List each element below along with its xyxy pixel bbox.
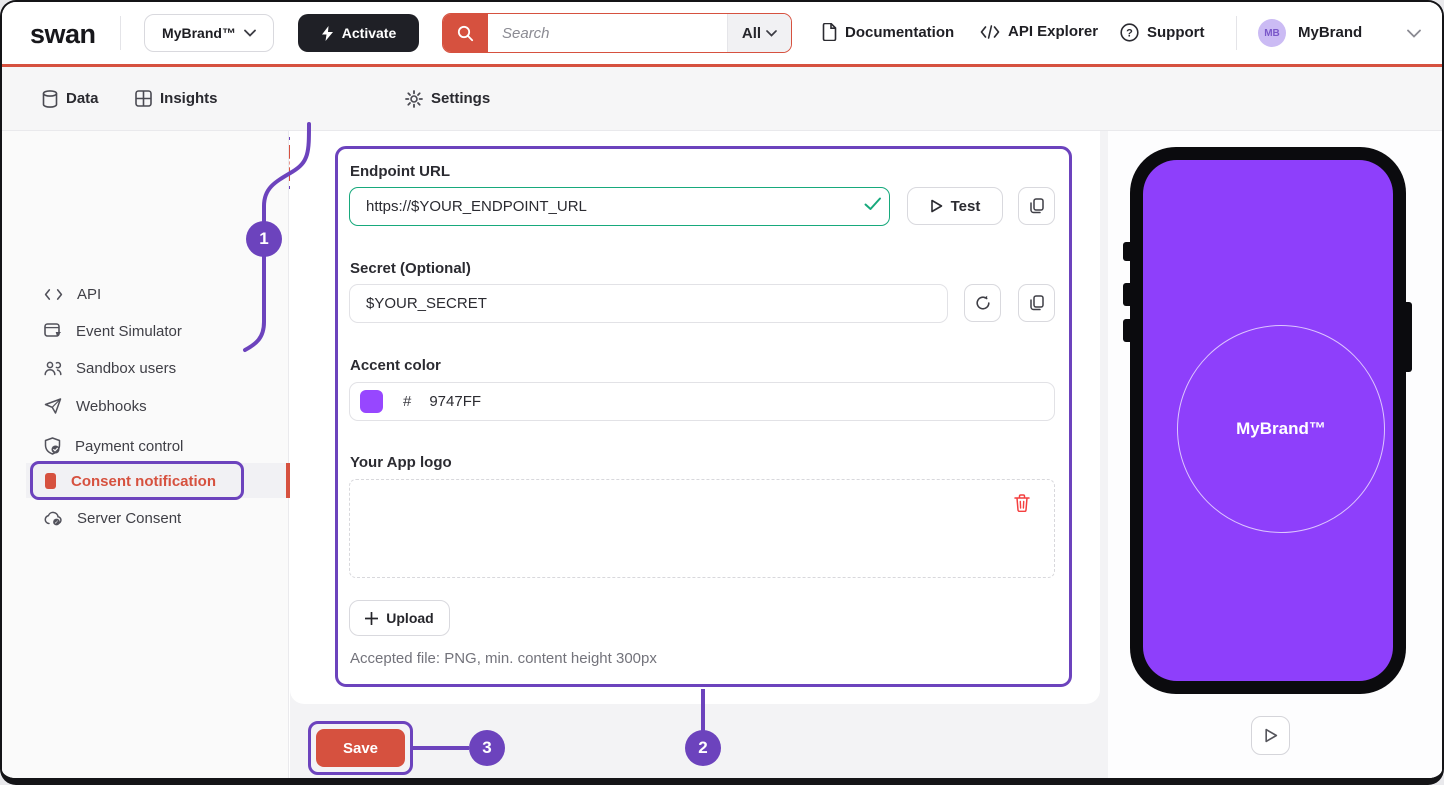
avatar-initials: MB bbox=[1264, 28, 1280, 39]
nav-tab-insights-label: Insights bbox=[160, 90, 218, 107]
sidebar-item-payment-control[interactable]: Payment control bbox=[2, 430, 289, 462]
svg-text:?: ? bbox=[1126, 28, 1133, 40]
activate-label: Activate bbox=[342, 25, 396, 41]
gear-icon bbox=[405, 90, 423, 108]
grid-icon bbox=[135, 90, 152, 107]
annotation-step-2: 2 bbox=[685, 730, 721, 766]
document-icon bbox=[822, 23, 837, 41]
documentation-label: Documentation bbox=[845, 24, 954, 41]
annotation-outline-form: Endpoint URL Test Secret (Optional) Acce… bbox=[335, 146, 1072, 687]
code-icon bbox=[980, 25, 1000, 39]
copy-icon bbox=[1030, 198, 1044, 214]
swan-logo: swan bbox=[30, 19, 96, 50]
nav-tab-insights[interactable]: Insights bbox=[135, 67, 218, 130]
upload-label: Upload bbox=[386, 610, 433, 626]
svg-text:✓: ✓ bbox=[54, 520, 59, 526]
nav-tab-settings-label: Settings bbox=[431, 90, 490, 107]
documentation-link[interactable]: Documentation bbox=[822, 23, 954, 41]
send-icon bbox=[44, 398, 62, 414]
app-logo-label: Your App logo bbox=[350, 454, 452, 471]
nav-tab-data[interactable]: Data bbox=[42, 67, 99, 130]
support-label: Support bbox=[1147, 24, 1205, 41]
avatar[interactable]: MB bbox=[1258, 19, 1286, 47]
account-name: MyBrand bbox=[1298, 24, 1362, 41]
save-button[interactable]: Save bbox=[316, 729, 405, 767]
upload-button[interactable]: Upload bbox=[349, 600, 450, 636]
cloud-icon: ✓ bbox=[44, 511, 63, 526]
search-filter-dropdown[interactable]: All bbox=[727, 14, 791, 52]
database-icon bbox=[42, 90, 58, 108]
account-chevron-down-icon[interactable] bbox=[1407, 29, 1421, 38]
code-icon bbox=[44, 288, 63, 301]
help-icon: ? bbox=[1120, 23, 1139, 42]
brand-circle: MyBrand™ bbox=[1177, 325, 1385, 533]
preview-brand-name: MyBrand™ bbox=[1236, 419, 1326, 439]
copy-endpoint-button[interactable] bbox=[1018, 187, 1055, 225]
accent-color-input[interactable]: # 9747FF bbox=[349, 382, 1055, 421]
copy-icon bbox=[1030, 295, 1044, 311]
app-window: swan MyBrand™ Activate All Documentation bbox=[0, 0, 1444, 785]
sidebar-item-server-consent[interactable]: ✓ Server Consent bbox=[2, 502, 289, 534]
project-selector-label: MyBrand™ bbox=[162, 25, 236, 41]
annotation-step-3: 3 bbox=[469, 730, 505, 766]
divider bbox=[120, 16, 121, 50]
endpoint-url-input[interactable] bbox=[349, 187, 890, 226]
top-header: swan MyBrand™ Activate All Documentation bbox=[2, 2, 1442, 64]
annotation-outline-consent-notification bbox=[30, 461, 244, 500]
search-bar[interactable]: All bbox=[442, 13, 792, 53]
accent-color-swatch[interactable] bbox=[360, 390, 383, 413]
sidebar-item-webhooks[interactable]: Webhooks bbox=[2, 390, 289, 422]
api-explorer-link[interactable]: API Explorer bbox=[980, 23, 1098, 40]
preview-play-button[interactable] bbox=[1251, 716, 1290, 755]
nav-tab-settings[interactable]: Settings bbox=[405, 67, 490, 130]
play-icon bbox=[930, 199, 943, 213]
endpoint-url-label: Endpoint URL bbox=[350, 163, 450, 180]
search-icon bbox=[443, 14, 488, 52]
trash-icon[interactable] bbox=[1014, 494, 1030, 512]
annotation-step-1: 1 bbox=[246, 221, 282, 257]
sidebar-item-label: API bbox=[77, 286, 101, 303]
sidebar-item-label: Event Simulator bbox=[76, 323, 182, 340]
event-simulator-icon bbox=[44, 323, 62, 339]
plus-icon bbox=[365, 612, 378, 625]
activate-button[interactable]: Activate bbox=[298, 14, 419, 52]
save-label: Save bbox=[343, 740, 378, 757]
sidebar-item-label: Payment control bbox=[75, 438, 183, 455]
sidebar-item-label: Server Consent bbox=[77, 510, 181, 527]
copy-secret-button[interactable] bbox=[1018, 284, 1055, 322]
phone-screen: MyBrand™ bbox=[1143, 160, 1393, 681]
project-selector-dropdown[interactable]: MyBrand™ bbox=[144, 14, 274, 52]
valid-check-icon bbox=[864, 197, 882, 211]
chevron-down-icon bbox=[244, 29, 256, 37]
test-button[interactable]: Test bbox=[907, 187, 1003, 225]
nav-tab-data-label: Data bbox=[66, 90, 99, 107]
main-nav: Data Insights Developers Settings Sandbo… bbox=[2, 67, 1442, 131]
test-label: Test bbox=[951, 198, 981, 215]
accent-color-label: Accent color bbox=[350, 357, 441, 374]
phone-mockup: MyBrand™ bbox=[1130, 147, 1406, 694]
support-link[interactable]: ? Support bbox=[1120, 23, 1205, 42]
api-explorer-label: API Explorer bbox=[1008, 23, 1098, 40]
secret-label: Secret (Optional) bbox=[350, 260, 471, 277]
users-icon bbox=[44, 361, 62, 376]
sidebar-item-label: Sandbox users bbox=[76, 360, 176, 377]
search-input[interactable] bbox=[488, 14, 727, 52]
play-icon bbox=[1264, 728, 1278, 743]
sidebar-item-label: Webhooks bbox=[76, 398, 147, 415]
bolt-icon bbox=[321, 26, 334, 41]
accent-color-value: 9747FF bbox=[429, 393, 481, 410]
shield-check-icon bbox=[44, 437, 61, 455]
search-filter-label: All bbox=[742, 25, 761, 42]
upload-hint: Accepted file: PNG, min. content height … bbox=[350, 650, 657, 667]
secret-input[interactable] bbox=[349, 284, 948, 323]
divider bbox=[1236, 16, 1237, 50]
chevron-down-icon bbox=[766, 30, 777, 37]
annotation-connector-2 bbox=[701, 689, 705, 731]
regenerate-secret-button[interactable] bbox=[964, 284, 1001, 322]
refresh-icon bbox=[975, 295, 991, 311]
hash-prefix: # bbox=[403, 393, 411, 410]
logo-dropzone[interactable] bbox=[349, 479, 1055, 578]
annotation-connector-3 bbox=[413, 746, 469, 750]
